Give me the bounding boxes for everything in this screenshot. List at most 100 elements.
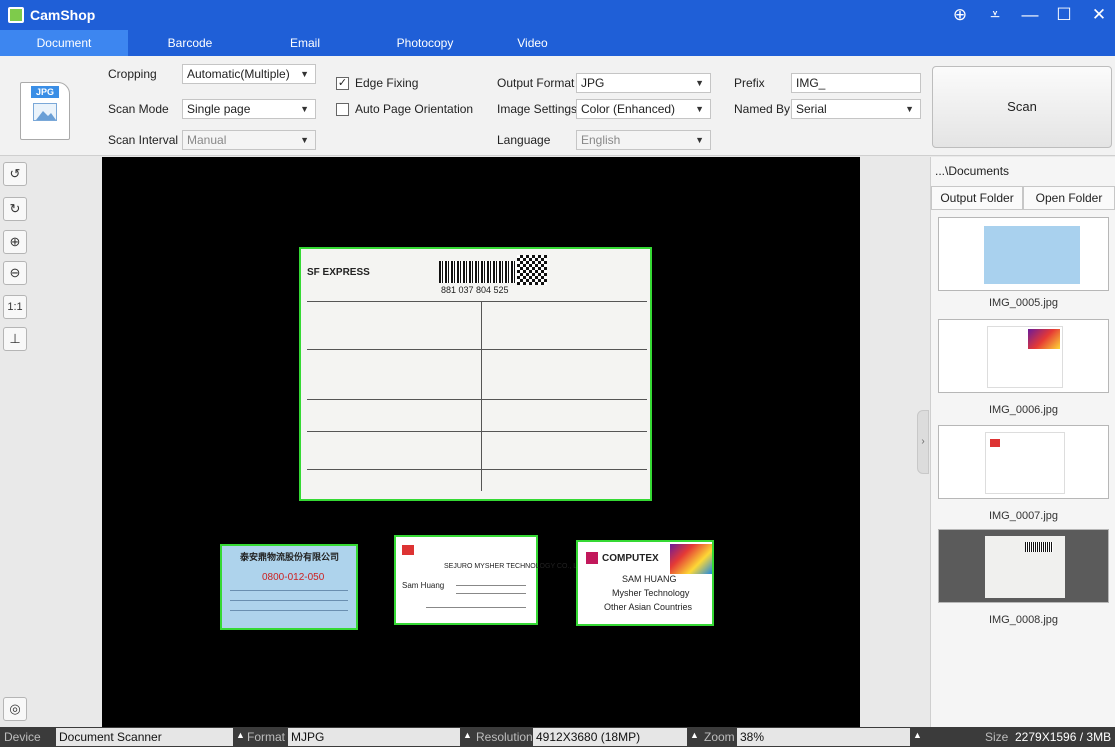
card1-company: 泰安鼎物流股份有限公司 [240, 552, 340, 562]
auto-page-orientation-checkbox[interactable] [336, 103, 349, 116]
thumbnail-preview [984, 226, 1080, 284]
cropping-label: Cropping [108, 67, 157, 81]
stamp-icon[interactable]: ⊥ [3, 327, 27, 351]
chevron-down-icon: ▼ [695, 135, 704, 145]
chevron-down-icon: ▼ [300, 135, 309, 145]
image-settings-value: Color (Enhanced) [581, 102, 676, 116]
card2-name: Sam Huang [402, 581, 445, 590]
scan-mode-label: Scan Mode [108, 102, 169, 116]
chevron-down-icon: ▼ [695, 78, 704, 88]
resolution-chevron-up-icon[interactable]: ▲ [690, 730, 699, 740]
tab-video[interactable]: Video [505, 30, 560, 56]
size-label: Size [985, 730, 1009, 744]
status-bar: Device Document Scanner ▲ Format MJPG ▲ … [0, 727, 1115, 747]
app-logo-icon [8, 7, 24, 23]
output-format-select[interactable]: JPG ▼ [576, 73, 711, 93]
resolution-label: Resolution [476, 730, 533, 744]
card3-company: Mysher Technology [612, 588, 690, 598]
zoom-out-icon[interactable]: ⊖ [3, 261, 27, 285]
zoom-chevron-up-icon[interactable]: ▲ [913, 730, 922, 740]
auto-page-orientation-label: Auto Page Orientation [355, 102, 474, 116]
prefix-label: Prefix [734, 76, 765, 90]
camera-preview[interactable]: SF EXPRESS 881 037 804 525 泰安鼎物流股份有限公司 0… [102, 157, 860, 727]
collapse-panel-chevron-icon[interactable]: › [917, 410, 929, 474]
scan-interval-label: Scan Interval [108, 133, 179, 147]
output-folder-button[interactable]: Output Folder [931, 186, 1023, 210]
thumbnail-img-0008[interactable] [938, 529, 1109, 603]
chevron-down-icon: ▼ [300, 104, 309, 114]
language-value: English [581, 133, 621, 147]
scan-mode-select[interactable]: Single page ▼ [182, 99, 316, 119]
thumbnail-img-0005[interactable] [938, 217, 1109, 291]
format-chevron-up-icon[interactable]: ▲ [463, 730, 472, 740]
mode-tabs: Document Barcode Email Photocopy Video [0, 30, 1115, 56]
edge-fixing-checkbox[interactable]: ✓ [336, 77, 349, 90]
card3-country: Other Asian Countries [604, 602, 693, 612]
detected-document-card-3[interactable]: COMPUTEX SAM HUANG Mysher Technology Oth… [576, 540, 714, 626]
thumbnail-img-0006[interactable] [938, 319, 1109, 393]
close-button[interactable]: ✕ [1087, 3, 1111, 27]
tab-document[interactable]: Document [0, 30, 128, 56]
open-folder-button[interactable]: Open Folder [1023, 186, 1115, 210]
named-by-select[interactable]: Serial ▼ [791, 99, 921, 119]
scan-mode-value: Single page [187, 102, 251, 116]
thumbnail-preview [987, 326, 1063, 388]
webcam-icon[interactable]: ◎ [3, 697, 27, 721]
image-settings-select[interactable]: Color (Enhanced) ▼ [576, 99, 711, 119]
detected-document-card-1[interactable]: 泰安鼎物流股份有限公司 0800-012-050 [220, 544, 358, 630]
thumbnail-name: IMG_0007.jpg [988, 510, 1059, 522]
title-bar: CamShop ⊕ ⩡ — ☐ ✕ [0, 0, 1115, 30]
zoom-in-icon[interactable]: ⊕ [3, 230, 27, 254]
detected-document-card-2[interactable]: SEJURO MYSHER TECHNOLOGY CO., LTD. Sam H… [394, 535, 588, 625]
waybill-tracking-number: 881 037 804 525 [441, 285, 509, 295]
globe-icon[interactable]: ⊕ [948, 3, 972, 27]
size-value: 2279X1596 / 3MB [1015, 730, 1112, 744]
named-by-value: Serial [796, 102, 827, 116]
image-icon [33, 103, 57, 121]
tab-barcode[interactable]: Barcode [150, 30, 230, 56]
device-chevron-up-icon[interactable]: ▲ [236, 730, 245, 740]
thumbnail-img-0007[interactable] [938, 425, 1109, 499]
left-toolbar: ↺ ↻ ⊕ ⊖ 1:1 ⊥ ◎ [0, 157, 102, 727]
output-format-label: Output Format [497, 76, 575, 90]
resolution-select[interactable]: 4912X3680 (18MP) [533, 728, 687, 746]
image-settings-label: Image Settings [497, 102, 578, 116]
maximize-button[interactable]: ☐ [1052, 3, 1076, 27]
minimize-button[interactable]: — [1018, 3, 1042, 27]
format-label: Format [247, 730, 286, 744]
scan-interval-select[interactable]: Manual ▼ [182, 130, 316, 150]
chevron-down-icon: ▼ [905, 104, 914, 114]
scan-button[interactable]: Scan [932, 66, 1112, 148]
rotate-left-icon[interactable]: ↺ [3, 162, 27, 186]
device-label: Device [4, 730, 41, 744]
detected-document-waybill[interactable]: SF EXPRESS 881 037 804 525 [299, 247, 652, 501]
tab-photocopy[interactable]: Photocopy [375, 30, 475, 56]
cropping-value: Automatic(Multiple) [187, 67, 290, 81]
actual-size-icon[interactable]: 1:1 [3, 295, 27, 319]
format-select[interactable]: MJPG [288, 728, 460, 746]
waybill-barcode [439, 261, 517, 283]
card1-phone: 0800-012-050 [262, 572, 325, 583]
zoom-select[interactable]: 38% [737, 728, 910, 746]
language-select[interactable]: English ▼ [576, 130, 711, 150]
dropdown-menu-icon[interactable]: ⩡ [983, 3, 1007, 27]
card2-company: SEJURO MYSHER TECHNOLOGY CO., LTD. [444, 563, 588, 570]
thumbnail-preview [985, 536, 1065, 598]
app-title: CamShop [30, 7, 96, 23]
jpg-document-icon: JPG [20, 82, 70, 140]
edge-fixing-label: Edge Fixing [355, 76, 419, 90]
prefix-input[interactable]: IMG_ [791, 73, 921, 93]
card3-name: SAM HUANG [622, 574, 677, 584]
tab-email[interactable]: Email [270, 30, 340, 56]
output-path: ...\Documents [935, 164, 1010, 178]
chevron-down-icon: ▼ [300, 69, 309, 79]
named-by-label: Named By [734, 102, 791, 116]
card3-brand: COMPUTEX [602, 553, 659, 564]
settings-toolbar: JPG Cropping Automatic(Multiple) ▼ Scan M… [0, 56, 1115, 156]
chevron-down-icon: ▼ [695, 104, 704, 114]
rotate-right-icon[interactable]: ↻ [3, 197, 27, 221]
cropping-select[interactable]: Automatic(Multiple) ▼ [182, 64, 316, 84]
device-select[interactable]: Document Scanner [56, 728, 233, 746]
scan-interval-value: Manual [187, 133, 227, 147]
waybill-qr-code [517, 255, 547, 285]
